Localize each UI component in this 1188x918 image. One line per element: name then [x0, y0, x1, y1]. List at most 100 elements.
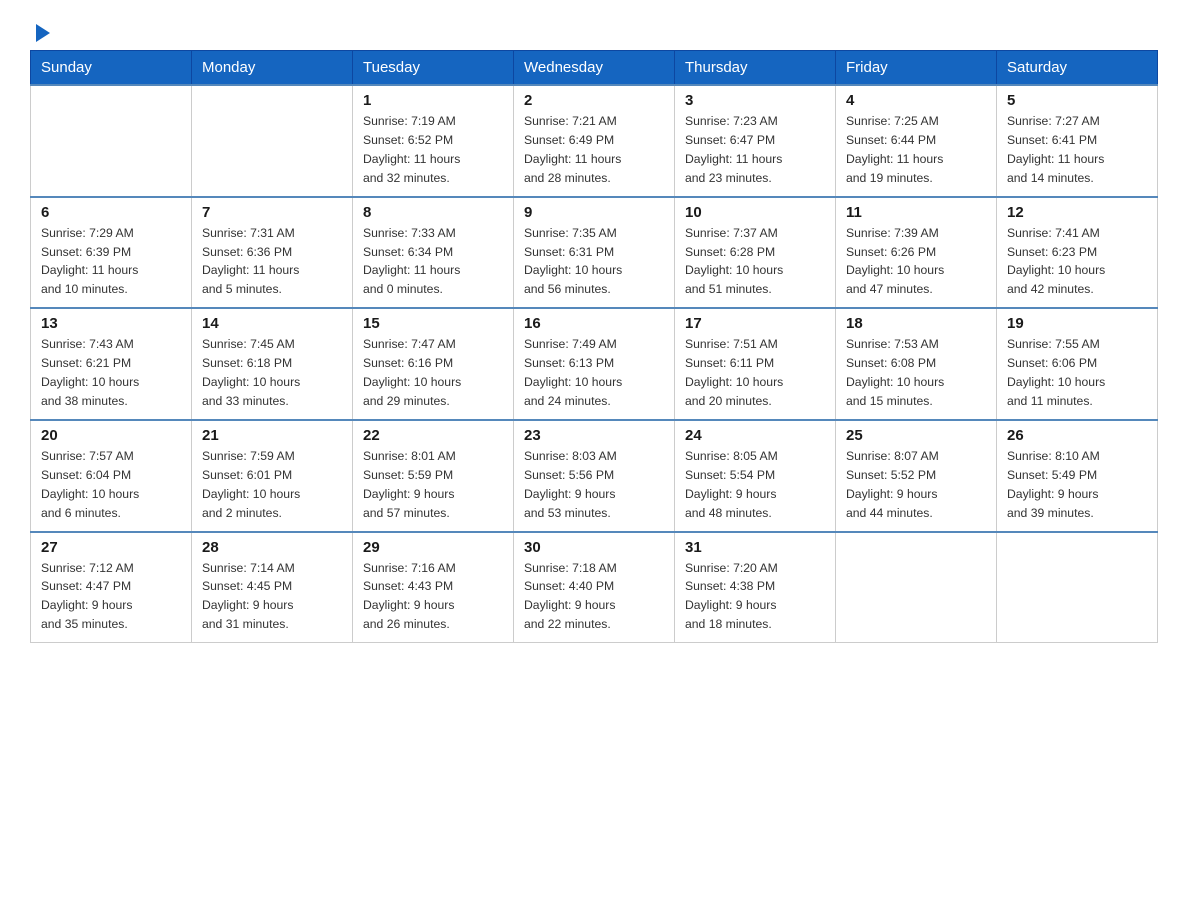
day-number: 7	[202, 204, 342, 221]
day-info: Sunrise: 8:07 AM Sunset: 5:52 PM Dayligh…	[846, 447, 986, 523]
day-number: 24	[685, 427, 825, 444]
calendar-cell: 1Sunrise: 7:19 AM Sunset: 6:52 PM Daylig…	[353, 85, 514, 197]
calendar-cell: 30 Sunrise: 7:18 AM Sunset: 4:40 PM Dayli…	[514, 532, 675, 643]
day-info: Sunrise: 7:19 AM Sunset: 6:52 PM Dayligh…	[363, 112, 503, 188]
day-info: Sunrise: 7:27 AM Sunset: 6:41 PM Dayligh…	[1007, 112, 1147, 188]
day-info: Sunrise: 7:25 AM Sunset: 6:44 PM Dayligh…	[846, 112, 986, 188]
day-number: 26	[1007, 427, 1147, 444]
calendar-cell: 22 Sunrise: 8:01 AM Sunset: 5:59 PM Dayli…	[353, 420, 514, 532]
day-number: 3	[685, 92, 825, 109]
calendar-cell: 12Sunrise: 7:41 AM Sunset: 6:23 PM Dayli…	[997, 197, 1158, 309]
calendar-cell: 15 Sunrise: 7:47 AM Sunset: 6:16 PM Dayli…	[353, 308, 514, 420]
calendar-cell: 17 Sunrise: 7:51 AM Sunset: 6:11 PM Dayli…	[675, 308, 836, 420]
day-number: 28	[202, 539, 342, 556]
day-info: Sunrise: 7:43 AM Sunset: 6:21 PM Dayligh…	[41, 335, 181, 411]
day-number: 17	[685, 315, 825, 332]
calendar-cell	[997, 532, 1158, 643]
day-info: Sunrise: 7:55 AM Sunset: 6:06 PM Dayligh…	[1007, 335, 1147, 411]
day-number: 2	[524, 92, 664, 109]
week-row-2: 6 Sunrise: 7:29 AM Sunset: 6:39 PM Daylig…	[31, 197, 1158, 309]
calendar-cell: 16 Sunrise: 7:49 AM Sunset: 6:13 PM Dayli…	[514, 308, 675, 420]
calendar-cell: 27 Sunrise: 7:12 AM Sunset: 4:47 PM Dayli…	[31, 532, 192, 643]
day-info: Sunrise: 7:14 AM Sunset: 4:45 PM Dayligh…	[202, 559, 342, 635]
day-number: 15	[363, 315, 503, 332]
calendar-cell: 11Sunrise: 7:39 AM Sunset: 6:26 PM Dayli…	[836, 197, 997, 309]
weekday-header-monday: Monday	[192, 51, 353, 86]
calendar-cell: 13 Sunrise: 7:43 AM Sunset: 6:21 PM Dayli…	[31, 308, 192, 420]
logo-arrow-icon	[32, 22, 54, 44]
day-number: 16	[524, 315, 664, 332]
calendar-header-row: SundayMondayTuesdayWednesdayThursdayFrid…	[31, 51, 1158, 86]
logo	[30, 20, 54, 40]
weekday-header-wednesday: Wednesday	[514, 51, 675, 86]
day-number: 8	[363, 204, 503, 221]
calendar-cell: 29Sunrise: 7:16 AM Sunset: 4:43 PM Dayli…	[353, 532, 514, 643]
day-info: Sunrise: 7:12 AM Sunset: 4:47 PM Dayligh…	[41, 559, 181, 635]
page-header	[30, 20, 1158, 40]
day-number: 10	[685, 204, 825, 221]
day-info: Sunrise: 7:31 AM Sunset: 6:36 PM Dayligh…	[202, 224, 342, 300]
calendar-cell: 2 Sunrise: 7:21 AM Sunset: 6:49 PM Daylig…	[514, 85, 675, 197]
day-info: Sunrise: 7:21 AM Sunset: 6:49 PM Dayligh…	[524, 112, 664, 188]
day-number: 18	[846, 315, 986, 332]
calendar-cell: 9 Sunrise: 7:35 AM Sunset: 6:31 PM Daylig…	[514, 197, 675, 309]
calendar-cell: 5 Sunrise: 7:27 AM Sunset: 6:41 PM Daylig…	[997, 85, 1158, 197]
calendar-cell	[836, 532, 997, 643]
weekday-header-friday: Friday	[836, 51, 997, 86]
day-number: 27	[41, 539, 181, 556]
day-info: Sunrise: 7:20 AM Sunset: 4:38 PM Dayligh…	[685, 559, 825, 635]
day-info: Sunrise: 8:03 AM Sunset: 5:56 PM Dayligh…	[524, 447, 664, 523]
day-info: Sunrise: 7:45 AM Sunset: 6:18 PM Dayligh…	[202, 335, 342, 411]
day-info: Sunrise: 7:33 AM Sunset: 6:34 PM Dayligh…	[363, 224, 503, 300]
calendar-cell: 20 Sunrise: 7:57 AM Sunset: 6:04 PM Dayli…	[31, 420, 192, 532]
weekday-header-saturday: Saturday	[997, 51, 1158, 86]
calendar-cell: 14Sunrise: 7:45 AM Sunset: 6:18 PM Dayli…	[192, 308, 353, 420]
weekday-header-sunday: Sunday	[31, 51, 192, 86]
weekday-header-tuesday: Tuesday	[353, 51, 514, 86]
day-number: 5	[1007, 92, 1147, 109]
week-row-1: 1Sunrise: 7:19 AM Sunset: 6:52 PM Daylig…	[31, 85, 1158, 197]
day-number: 20	[41, 427, 181, 444]
day-info: Sunrise: 7:35 AM Sunset: 6:31 PM Dayligh…	[524, 224, 664, 300]
calendar-cell: 18Sunrise: 7:53 AM Sunset: 6:08 PM Dayli…	[836, 308, 997, 420]
day-info: Sunrise: 7:57 AM Sunset: 6:04 PM Dayligh…	[41, 447, 181, 523]
day-info: Sunrise: 8:01 AM Sunset: 5:59 PM Dayligh…	[363, 447, 503, 523]
calendar-cell	[192, 85, 353, 197]
day-info: Sunrise: 7:49 AM Sunset: 6:13 PM Dayligh…	[524, 335, 664, 411]
calendar-cell: 26 Sunrise: 8:10 AM Sunset: 5:49 PM Dayli…	[997, 420, 1158, 532]
calendar-cell	[31, 85, 192, 197]
day-number: 22	[363, 427, 503, 444]
day-number: 21	[202, 427, 342, 444]
weekday-header-thursday: Thursday	[675, 51, 836, 86]
day-info: Sunrise: 7:18 AM Sunset: 4:40 PM Dayligh…	[524, 559, 664, 635]
day-number: 9	[524, 204, 664, 221]
day-number: 4	[846, 92, 986, 109]
day-info: Sunrise: 8:10 AM Sunset: 5:49 PM Dayligh…	[1007, 447, 1147, 523]
day-info: Sunrise: 7:51 AM Sunset: 6:11 PM Dayligh…	[685, 335, 825, 411]
calendar-cell: 21Sunrise: 7:59 AM Sunset: 6:01 PM Dayli…	[192, 420, 353, 532]
calendar-cell: 31 Sunrise: 7:20 AM Sunset: 4:38 PM Dayli…	[675, 532, 836, 643]
calendar-cell: 10Sunrise: 7:37 AM Sunset: 6:28 PM Dayli…	[675, 197, 836, 309]
calendar-cell: 4 Sunrise: 7:25 AM Sunset: 6:44 PM Daylig…	[836, 85, 997, 197]
day-info: Sunrise: 8:05 AM Sunset: 5:54 PM Dayligh…	[685, 447, 825, 523]
day-number: 6	[41, 204, 181, 221]
day-number: 29	[363, 539, 503, 556]
day-info: Sunrise: 7:47 AM Sunset: 6:16 PM Dayligh…	[363, 335, 503, 411]
day-info: Sunrise: 7:29 AM Sunset: 6:39 PM Dayligh…	[41, 224, 181, 300]
calendar-cell: 25Sunrise: 8:07 AM Sunset: 5:52 PM Dayli…	[836, 420, 997, 532]
week-row-4: 20 Sunrise: 7:57 AM Sunset: 6:04 PM Dayli…	[31, 420, 1158, 532]
day-number: 30	[524, 539, 664, 556]
day-number: 23	[524, 427, 664, 444]
day-info: Sunrise: 7:41 AM Sunset: 6:23 PM Dayligh…	[1007, 224, 1147, 300]
day-number: 13	[41, 315, 181, 332]
week-row-3: 13 Sunrise: 7:43 AM Sunset: 6:21 PM Dayli…	[31, 308, 1158, 420]
day-info: Sunrise: 7:23 AM Sunset: 6:47 PM Dayligh…	[685, 112, 825, 188]
day-number: 31	[685, 539, 825, 556]
week-row-5: 27 Sunrise: 7:12 AM Sunset: 4:47 PM Dayli…	[31, 532, 1158, 643]
calendar-cell: 28 Sunrise: 7:14 AM Sunset: 4:45 PM Dayli…	[192, 532, 353, 643]
calendar-cell: 6 Sunrise: 7:29 AM Sunset: 6:39 PM Daylig…	[31, 197, 192, 309]
calendar-table: SundayMondayTuesdayWednesdayThursdayFrid…	[30, 50, 1158, 643]
calendar-cell: 23 Sunrise: 8:03 AM Sunset: 5:56 PM Dayli…	[514, 420, 675, 532]
calendar-cell: 8 Sunrise: 7:33 AM Sunset: 6:34 PM Daylig…	[353, 197, 514, 309]
day-info: Sunrise: 7:39 AM Sunset: 6:26 PM Dayligh…	[846, 224, 986, 300]
